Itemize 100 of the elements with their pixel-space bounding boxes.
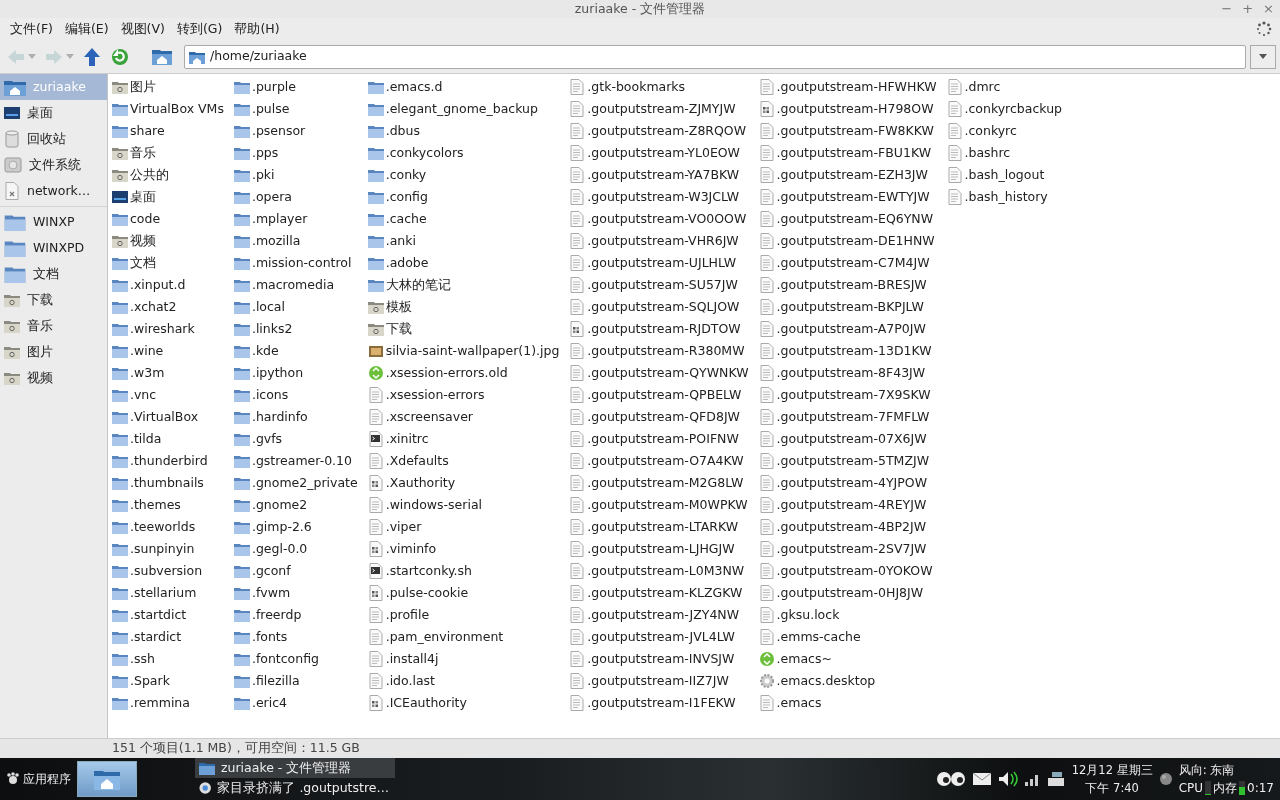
file-item[interactable]: .goutputstream-YL0EOW [569, 142, 751, 164]
file-item[interactable]: .goutputstream-4YJPOW [758, 472, 939, 494]
file-item[interactable]: .teeworlds [112, 516, 226, 538]
file-item[interactable]: .kde [233, 340, 360, 362]
file-item[interactable]: .xinput.d [112, 274, 226, 296]
file-item[interactable]: .w3m [112, 362, 226, 384]
file-item[interactable]: .xinitrc [367, 428, 562, 450]
file-item[interactable]: .goutputstream-QYWNKW [569, 362, 751, 384]
file-item[interactable]: .ipython [233, 362, 360, 384]
taskbar-window-button[interactable]: 家目录挤满了 .goutputstre… [195, 778, 395, 798]
file-item[interactable]: .goutputstream-H798OW [758, 98, 939, 120]
file-item[interactable]: .emacs.d [367, 76, 562, 98]
file-item[interactable]: .links2 [233, 318, 360, 340]
file-item[interactable]: .gksu.lock [758, 604, 939, 626]
file-item[interactable]: 模板 [367, 296, 562, 318]
file-item[interactable]: .conkyrcbackup [946, 98, 1065, 120]
file-item[interactable]: share [112, 120, 226, 142]
file-item[interactable]: .goutputstream-ZJMYJW [569, 98, 751, 120]
file-item[interactable]: .gimp-2.6 [233, 516, 360, 538]
file-item[interactable]: .startdict [112, 604, 226, 626]
file-item[interactable]: .dmrc [946, 76, 1065, 98]
file-item[interactable]: .goutputstream-POIFNW [569, 428, 751, 450]
file-item[interactable]: .stellarium [112, 582, 226, 604]
file-item[interactable]: .install4j [367, 648, 562, 670]
menu-item[interactable]: 文件(F) [4, 19, 59, 39]
file-item[interactable]: .ICEauthority [367, 692, 562, 714]
file-item[interactable]: .goutputstream-SQLJOW [569, 296, 751, 318]
file-item[interactable]: .goutputstream-I1FEKW [569, 692, 751, 714]
file-item[interactable]: .gegl-0.0 [233, 538, 360, 560]
file-item[interactable]: .gconf [233, 560, 360, 582]
file-item[interactable]: 桌面 [112, 186, 226, 208]
file-item[interactable]: .adobe [367, 252, 562, 274]
file-item[interactable]: .Xauthority [367, 472, 562, 494]
file-item[interactable]: .goutputstream-EZH3JW [758, 164, 939, 186]
sidebar-item[interactable]: 桌面 [0, 100, 107, 126]
file-item[interactable]: .pulse-cookie [367, 582, 562, 604]
file-item[interactable]: .goutputstream-INVSJW [569, 648, 751, 670]
file-item[interactable]: .goutputstream-QFD8JW [569, 406, 751, 428]
close-button[interactable]: × [1263, 0, 1274, 18]
file-item[interactable]: .themes [112, 494, 226, 516]
file-item[interactable]: .VirtualBox [112, 406, 226, 428]
file-item[interactable]: .thumbnails [112, 472, 226, 494]
file-item[interactable]: .goutputstream-FBU1KW [758, 142, 939, 164]
sidebar-item[interactable]: 回收站 [0, 126, 107, 152]
file-item[interactable]: .emacs [758, 692, 939, 714]
file-item[interactable]: .stardict [112, 626, 226, 648]
file-item[interactable]: .pki [233, 164, 360, 186]
file-item[interactable]: .goutputstream-YA7BKW [569, 164, 751, 186]
file-item[interactable]: .filezilla [233, 670, 360, 692]
taskbar-window-button[interactable]: zuriaake - 文件管理器 [195, 758, 395, 778]
file-item[interactable]: .goutputstream-M2G8LW [569, 472, 751, 494]
file-item[interactable]: .anki [367, 230, 562, 252]
file-item[interactable]: .emms-cache [758, 626, 939, 648]
file-item[interactable]: .goutputstream-IIZ7JW [569, 670, 751, 692]
applications-menu-button[interactable]: 应用程序 [0, 758, 77, 800]
file-item[interactable]: .bashrc [946, 142, 1065, 164]
file-item[interactable]: .pps [233, 142, 360, 164]
file-item[interactable]: .sunpinyin [112, 538, 226, 560]
file-item[interactable]: .goutputstream-A7P0JW [758, 318, 939, 340]
file-item[interactable]: 图片 [112, 76, 226, 98]
sidebar-item[interactable]: 下载 [0, 287, 107, 313]
file-item[interactable]: .fontconfig [233, 648, 360, 670]
file-item[interactable]: .goutputstream-EWTYJW [758, 186, 939, 208]
menu-item[interactable]: 视图(V) [114, 19, 171, 39]
file-item[interactable]: 视频 [112, 230, 226, 252]
show-desktop-button[interactable] [77, 761, 137, 797]
file-item[interactable]: .gnome2_private [233, 472, 360, 494]
file-item[interactable]: .goutputstream-W3JCLW [569, 186, 751, 208]
file-item[interactable]: .conky [367, 164, 562, 186]
file-item[interactable]: .startconky.sh [367, 560, 562, 582]
file-item[interactable]: .bash_history [946, 186, 1065, 208]
sidebar-item[interactable]: WINXPD [0, 235, 107, 261]
sidebar-item[interactable]: 图片 [0, 339, 107, 365]
menu-item[interactable]: 帮助(H) [228, 19, 286, 39]
file-item[interactable]: .goutputstream-JVL4LW [569, 626, 751, 648]
file-item[interactable]: .viper [367, 516, 562, 538]
file-item[interactable]: .mozilla [233, 230, 360, 252]
file-item[interactable]: .goutputstream-O7A4KW [569, 450, 751, 472]
file-item[interactable]: .subversion [112, 560, 226, 582]
file-item[interactable]: .goutputstream-FW8KKW [758, 120, 939, 142]
file-item[interactable]: VirtualBox VMs [112, 98, 226, 120]
minimize-button[interactable]: − [1221, 0, 1233, 18]
file-item[interactable]: .goutputstream-5TMZJW [758, 450, 939, 472]
dropdown-button[interactable] [1250, 44, 1276, 69]
file-item[interactable]: .goutputstream-L0M3NW [569, 560, 751, 582]
file-item[interactable]: .Xdefaults [367, 450, 562, 472]
file-item[interactable]: .goutputstream-8F43JW [758, 362, 939, 384]
file-item[interactable]: .bash_logout [946, 164, 1065, 186]
file-item[interactable]: 文档 [112, 252, 226, 274]
file-item[interactable]: .windows-serial [367, 494, 562, 516]
file-item[interactable]: .gvfs [233, 428, 360, 450]
file-item[interactable]: code [112, 208, 226, 230]
sidebar-item[interactable]: network… [0, 178, 107, 204]
sidebar-item[interactable]: 视频 [0, 365, 107, 391]
file-item[interactable]: .dbus [367, 120, 562, 142]
file-item[interactable]: .gnome2 [233, 494, 360, 516]
file-item[interactable]: .vnc [112, 384, 226, 406]
file-item[interactable]: .goutputstream-RJDTOW [569, 318, 751, 340]
file-item[interactable]: .goutputstream-VHR6JW [569, 230, 751, 252]
file-item[interactable]: .gstreamer-0.10 [233, 450, 360, 472]
